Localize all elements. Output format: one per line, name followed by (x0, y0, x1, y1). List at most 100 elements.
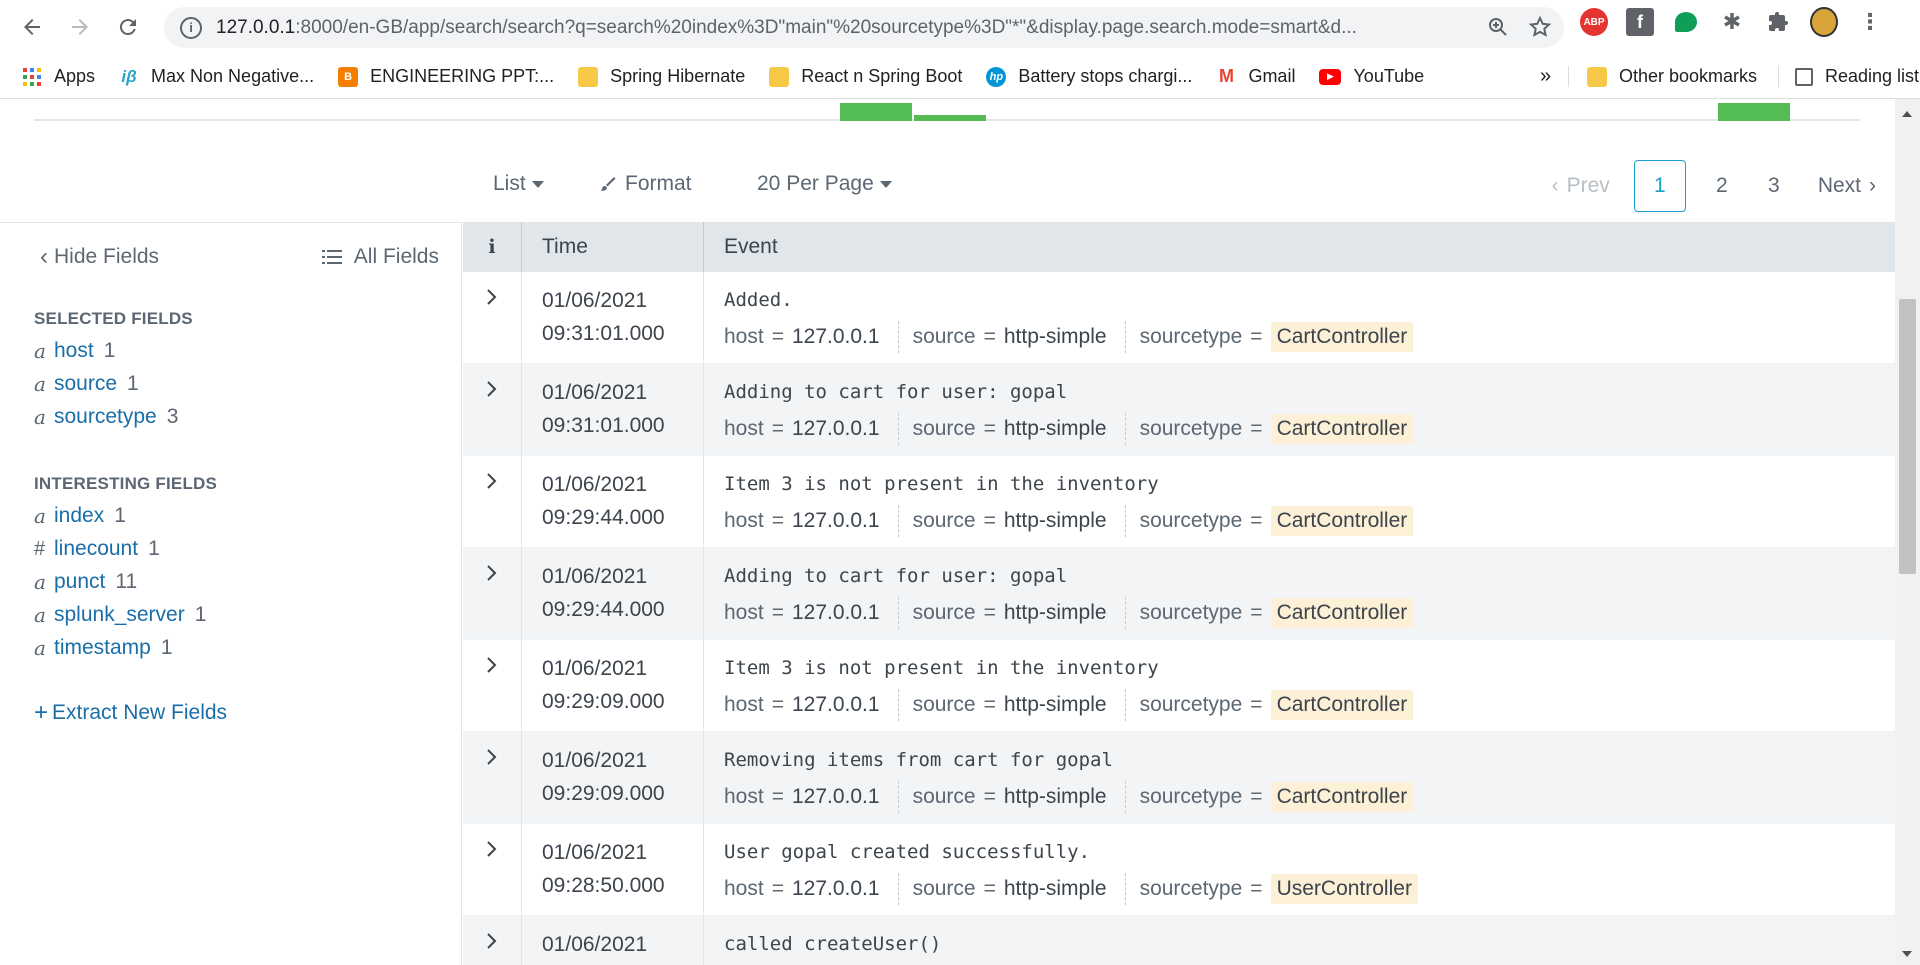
field-name[interactable]: timestamp (54, 636, 151, 660)
host-value[interactable]: 127.0.0.1 (792, 417, 880, 441)
host-value[interactable]: 127.0.0.1 (792, 877, 880, 901)
field-name[interactable]: host (54, 339, 94, 363)
source-value[interactable]: http-simple (1004, 693, 1107, 717)
sourcetype-value[interactable]: CartController (1270, 322, 1414, 352)
field-splunk-server[interactable]: a splunk_server 1 (34, 603, 206, 627)
source-value[interactable]: http-simple (1004, 601, 1107, 625)
expand-row-button[interactable] (463, 272, 522, 363)
host-pair[interactable]: host = 127.0.0.1 (724, 781, 899, 813)
bookmark-youtube[interactable]: ▶ YouTube (1319, 66, 1424, 87)
bookmark-gmail[interactable]: M Gmail (1216, 66, 1296, 87)
event-time[interactable]: 01/06/2021 09:29:44.000 (522, 548, 704, 639)
profile-avatar[interactable] (1810, 7, 1838, 37)
event-time[interactable]: 01/06/2021 (522, 916, 704, 965)
host-value[interactable]: 127.0.0.1 (792, 325, 880, 349)
host-value[interactable]: 127.0.0.1 (792, 785, 880, 809)
host-value[interactable]: 127.0.0.1 (792, 601, 880, 625)
format-button[interactable]: Format (599, 172, 692, 196)
expand-row-button[interactable] (463, 916, 522, 965)
sourcetype-pair[interactable]: sourcetype = CartController (1140, 781, 1432, 813)
source-value[interactable]: http-simple (1004, 785, 1107, 809)
field-host[interactable]: a host 1 (34, 339, 115, 363)
bookmark-apps[interactable]: Apps (22, 66, 95, 87)
list-view-dropdown[interactable]: List (493, 172, 544, 196)
site-info-icon[interactable]: i (180, 16, 202, 39)
time-column-header[interactable]: Time (522, 222, 704, 272)
reading-list[interactable]: Reading list (1778, 66, 1919, 87)
field-punct[interactable]: a punct 11 (34, 570, 137, 594)
sourcetype-pair[interactable]: sourcetype = CartController (1140, 321, 1432, 353)
event-raw-text[interactable]: Removing items from cart for gopal (724, 744, 1895, 777)
event-time[interactable]: 01/06/2021 09:29:44.000 (522, 456, 704, 547)
scroll-up-arrow-icon[interactable] (1902, 111, 1912, 117)
field-timestamp[interactable]: a timestamp 1 (34, 636, 173, 660)
sourcetype-value[interactable]: CartController (1270, 782, 1414, 812)
field-name[interactable]: punct (54, 570, 105, 594)
source-value[interactable]: http-simple (1004, 509, 1107, 533)
per-page-dropdown[interactable]: 20 Per Page (757, 172, 892, 196)
event-time[interactable]: 01/06/2021 09:31:01.000 (522, 364, 704, 455)
timeline-histogram[interactable] (34, 99, 1860, 121)
event-time[interactable]: 01/06/2021 09:28:50.000 (522, 824, 704, 915)
source-pair[interactable]: source = http-simple (913, 781, 1126, 813)
expand-row-button[interactable] (463, 824, 522, 915)
zoom-icon[interactable] (1486, 15, 1510, 39)
expand-row-button[interactable] (463, 548, 522, 639)
source-pair[interactable]: source = http-simple (913, 505, 1126, 537)
host-pair[interactable]: host = 127.0.0.1 (724, 873, 899, 905)
bookmark-engineering-ppt[interactable]: B ENGINEERING PPT:... (338, 66, 554, 87)
field-name[interactable]: source (54, 372, 117, 396)
page-1-button[interactable]: 1 (1633, 160, 1686, 212)
event-raw-text[interactable]: Item 3 is not present in the inventory (724, 468, 1895, 501)
page-3-button[interactable]: 3 (1748, 160, 1800, 212)
field-index[interactable]: a index 1 (34, 504, 126, 528)
source-value[interactable]: http-simple (1004, 877, 1107, 901)
event-raw-text[interactable]: Adding to cart for user: gopal (724, 560, 1895, 593)
sourcetype-value[interactable]: CartController (1270, 414, 1414, 444)
page-scrollbar[interactable] (1895, 99, 1920, 965)
event-time[interactable]: 01/06/2021 09:29:09.000 (522, 640, 704, 731)
source-pair[interactable]: source = http-simple (913, 689, 1126, 721)
expand-row-button[interactable] (463, 640, 522, 731)
host-value[interactable]: 127.0.0.1 (792, 509, 880, 533)
field-linecount[interactable]: # linecount 1 (34, 537, 160, 561)
url-text[interactable]: 127.0.0.1:8000/en-GB/app/search/search?q… (216, 17, 1466, 39)
chat-bubble-icon[interactable] (1672, 8, 1700, 36)
scroll-down-arrow-icon[interactable] (1902, 951, 1912, 957)
host-pair[interactable]: host = 127.0.0.1 (724, 321, 899, 353)
event-time[interactable]: 01/06/2021 09:29:09.000 (522, 732, 704, 823)
source-pair[interactable]: source = http-simple (913, 873, 1126, 905)
extract-new-fields-link[interactable]: + Extract New Fields (34, 701, 227, 725)
forward-button[interactable] (60, 7, 100, 47)
host-pair[interactable]: host = 127.0.0.1 (724, 597, 899, 629)
field-sourcetype[interactable]: a sourcetype 3 (34, 405, 178, 429)
sourcetype-pair[interactable]: sourcetype = CartController (1140, 597, 1432, 629)
event-raw-text[interactable]: User gopal created successfully. (724, 836, 1895, 869)
source-value[interactable]: http-simple (1004, 325, 1107, 349)
adblock-icon[interactable]: ABP (1580, 8, 1608, 36)
reload-button[interactable] (108, 7, 148, 47)
sourcetype-value[interactable]: UserController (1270, 874, 1418, 904)
source-pair[interactable]: source = http-simple (913, 413, 1126, 445)
sourcetype-pair[interactable]: sourcetype = CartController (1140, 413, 1432, 445)
bookmark-star-icon[interactable] (1528, 15, 1552, 39)
host-pair[interactable]: host = 127.0.0.1 (724, 413, 899, 445)
field-name[interactable]: splunk_server (54, 603, 185, 627)
bookmark-max-non-negative[interactable]: iβ Max Non Negative... (119, 66, 314, 87)
event-raw-text[interactable]: Item 3 is not present in the inventory (724, 652, 1895, 685)
address-bar[interactable]: i 127.0.0.1:8000/en-GB/app/search/search… (164, 7, 1564, 48)
event-raw-text[interactable]: Adding to cart for user: gopal (724, 376, 1895, 409)
facebook-icon[interactable]: f (1626, 8, 1654, 36)
source-value[interactable]: http-simple (1004, 417, 1107, 441)
timeline-bar[interactable] (914, 115, 986, 121)
host-pair[interactable]: host = 127.0.0.1 (724, 505, 899, 537)
timeline-bar[interactable] (840, 103, 912, 121)
bookmarks-overflow[interactable]: » (1540, 65, 1551, 88)
expand-row-button[interactable] (463, 456, 522, 547)
event-time[interactable]: 01/06/2021 09:31:01.000 (522, 272, 704, 363)
bookmark-react-spring-boot[interactable]: React n Spring Boot (769, 66, 962, 87)
source-pair[interactable]: source = http-simple (913, 597, 1126, 629)
bookmark-other[interactable]: Other bookmarks (1568, 66, 1757, 87)
host-value[interactable]: 127.0.0.1 (792, 693, 880, 717)
sourcetype-value[interactable]: CartController (1270, 598, 1414, 628)
